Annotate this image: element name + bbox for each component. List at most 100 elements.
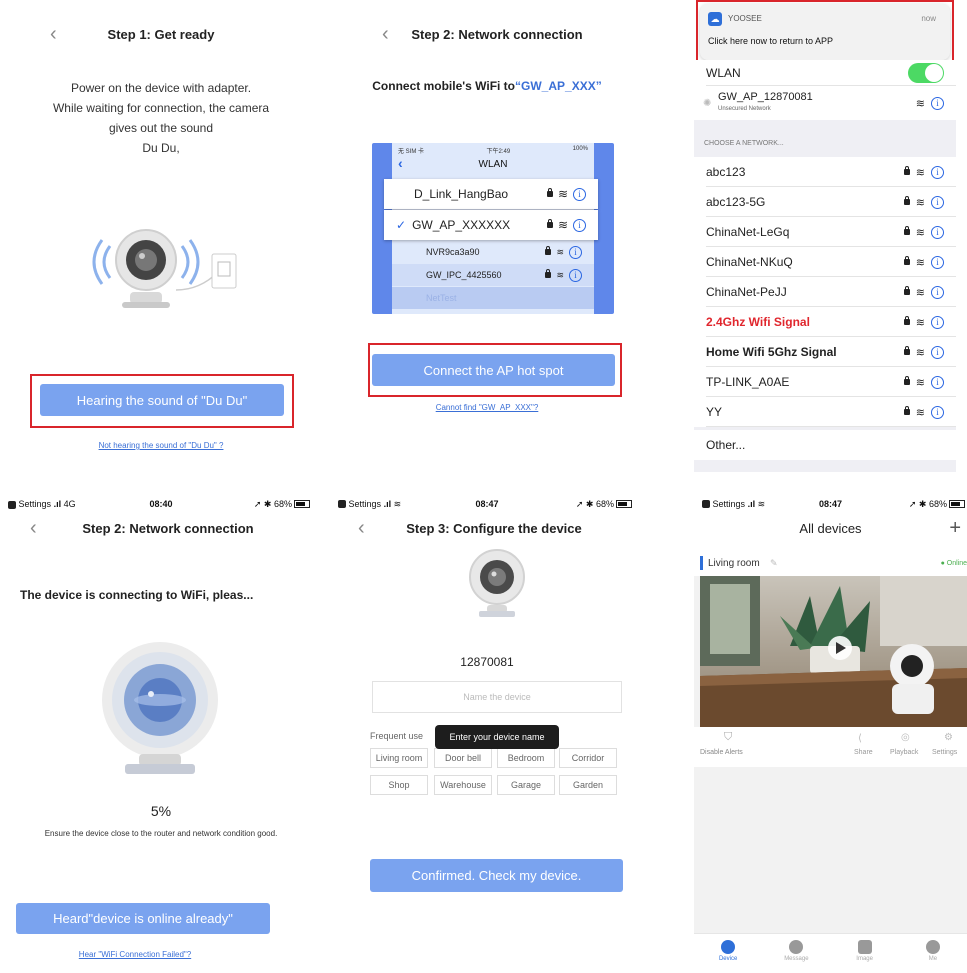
lock-icon: [903, 406, 910, 415]
bottom-tab-bar: Device Message Image Me: [694, 933, 967, 973]
wifi-icon: ≋: [556, 269, 564, 280]
lock-icon: [903, 376, 910, 385]
add-device-icon[interactable]: +: [949, 517, 961, 540]
network-row[interactable]: YY ≋ i: [694, 397, 956, 427]
camera-preview-thumbnail[interactable]: [700, 576, 967, 727]
location-icon: ➚: [253, 498, 262, 509]
wifi-icon: ≋: [915, 286, 925, 299]
info-icon[interactable]: i: [931, 345, 944, 359]
checkmark-icon: ✓: [396, 218, 407, 232]
lock-icon: [903, 256, 910, 265]
panel-ios-wifi-list: ☁ YOOSEE now Click here now to return to…: [694, 0, 956, 472]
edit-pencil-icon[interactable]: ✎: [770, 558, 778, 569]
battery-icon: [949, 500, 965, 509]
tag-living-room[interactable]: Living room: [370, 748, 428, 768]
battery-icon: [294, 500, 310, 509]
wifi-icon: ≋: [915, 256, 925, 269]
page-title: Step 3: Configure the device: [406, 520, 582, 536]
connected-network-row[interactable]: ✺ GW_AP_12870081 Unsecured Network ≋ i: [694, 86, 956, 120]
share-icon[interactable]: ⟨: [858, 733, 862, 744]
info-icon[interactable]: i: [931, 285, 944, 299]
status-bar: Settings .ıl 4G 08:40 ➚ ✱ 68%: [0, 496, 322, 512]
connect-ap-button[interactable]: Connect the AP hot spot: [372, 354, 615, 386]
wifi-icon: ≋: [915, 346, 925, 359]
lock-icon: [903, 316, 910, 325]
device-actions-bar: ⛉ Disable Alerts ⟨ Share ◎ Playback ⚙ Se…: [694, 727, 967, 767]
heard-online-button[interactable]: Heard"device is online already": [16, 903, 270, 934]
tag-door-bell[interactable]: Door bell: [434, 748, 492, 768]
lock-icon: [903, 346, 910, 355]
camera-sound-illustration-icon: [92, 229, 237, 308]
wifi-settings-mockup: 无 SIM 卡 下午2:49 100% ‹ WLAN D_Link_HangBa…: [372, 143, 614, 314]
tab-me[interactable]: Me: [908, 940, 958, 962]
tag-bedroom[interactable]: Bedroom: [497, 748, 555, 768]
device-tab-icon: [721, 940, 736, 954]
header: ‹ Step 1: Get ready: [0, 22, 322, 46]
instructions: Power on the device with adapter. While …: [52, 81, 270, 155]
network-row[interactable]: ChinaNet-PeJJ ≋ i: [694, 277, 956, 307]
not-hearing-link[interactable]: Not hearing the sound of "Du Du" ?: [0, 441, 322, 450]
back-chevron-icon[interactable]: ‹: [358, 517, 365, 540]
location-icon: ➚: [575, 498, 584, 509]
panel-connecting: Settings .ıl 4G 08:40 ➚ ✱ 68% ‹ Step 2: …: [0, 490, 322, 973]
page-title: Step 2: Network connection: [82, 520, 254, 536]
wifi-icon: ≋: [915, 406, 925, 419]
settings-gear-icon[interactable]: ⚙: [944, 732, 953, 743]
network-row[interactable]: abc123-5G ≋ i: [694, 187, 956, 217]
network-row[interactable]: ChinaNet-NKuQ ≋ i: [694, 247, 956, 277]
name-tooltip: Enter your device name: [435, 725, 559, 749]
back-chevron-icon[interactable]: ‹: [382, 23, 389, 46]
lock-icon: [903, 196, 910, 205]
wifi-icon: ≋: [556, 246, 564, 257]
tab-message[interactable]: Message: [771, 940, 821, 962]
mock-network-row-faded: NetTest: [392, 287, 594, 309]
wlan-toggle[interactable]: [908, 63, 944, 83]
network-row[interactable]: Home Wifi 5Ghz Signal ≋ i: [694, 337, 956, 367]
bluetooth-icon: ✱: [585, 498, 594, 509]
tag-garage[interactable]: Garage: [497, 775, 555, 795]
info-icon[interactable]: i: [931, 315, 944, 329]
online-status: ● Online: [940, 559, 967, 567]
info-icon[interactable]: i: [931, 225, 944, 239]
tag-garden[interactable]: Garden: [559, 775, 617, 795]
network-row[interactable]: ChinaNet-LeGq ≋ i: [694, 217, 956, 247]
frequent-use-label: Frequent use: [370, 731, 424, 741]
wifi-icon: ≋: [915, 166, 925, 179]
playback-icon[interactable]: ◎: [901, 732, 910, 743]
tag-warehouse[interactable]: Warehouse: [434, 775, 492, 795]
info-icon[interactable]: i: [931, 375, 944, 389]
battery-icon: [616, 500, 632, 509]
network-row[interactable]: 2.4Ghz Wifi Signal ≋ i: [694, 307, 956, 337]
wifi-failed-link[interactable]: Hear "WiFi Connection Failed"?: [0, 950, 270, 959]
network-row[interactable]: TP-LINK_A0AE ≋ i: [694, 367, 956, 397]
location-icon: ➚: [908, 498, 917, 509]
highlight-box: [696, 0, 954, 65]
wifi-icon: ≋: [557, 187, 568, 201]
info-icon[interactable]: i: [931, 165, 944, 179]
lock-icon: [545, 269, 552, 278]
lock-icon: [903, 226, 910, 235]
confirm-check-device-button[interactable]: Confirmed. Check my device.: [370, 859, 623, 892]
info-icon[interactable]: i: [931, 255, 944, 269]
other-network-row[interactable]: Other...: [694, 430, 956, 460]
mock-network-row: D_Link_HangBao ≋ i: [384, 179, 598, 209]
device-camera-icon: [469, 549, 525, 617]
connect-prompt: Connect mobile's WiFi to“GW_AP_XXX”: [372, 79, 602, 93]
device-name-input[interactable]: Name the device: [372, 681, 622, 713]
wifi-icon: ≋: [557, 218, 568, 232]
info-icon[interactable]: i: [931, 96, 944, 110]
info-icon[interactable]: i: [931, 405, 944, 419]
shield-icon[interactable]: ⛉: [724, 731, 732, 744]
tab-device[interactable]: Device: [703, 940, 753, 962]
tag-shop[interactable]: Shop: [370, 775, 428, 795]
header: ‹ Step 2: Network connection: [330, 22, 644, 46]
back-chevron-icon[interactable]: ‹: [30, 517, 37, 540]
network-row[interactable]: abc123 ≋ i: [694, 157, 956, 187]
info-icon[interactable]: i: [931, 195, 944, 209]
back-chevron-icon[interactable]: ‹: [50, 23, 57, 46]
cannot-find-link[interactable]: Cannot find "GW_AP_XXX"?: [330, 403, 644, 412]
tab-image[interactable]: Image: [840, 940, 890, 962]
tag-corridor[interactable]: Corridor: [559, 748, 617, 768]
status-bar: Settings .ıl ≋ 08:47 ➚ ✱ 68%: [694, 496, 967, 512]
hearing-sound-button[interactable]: Hearing the sound of "Du Du": [40, 384, 284, 416]
